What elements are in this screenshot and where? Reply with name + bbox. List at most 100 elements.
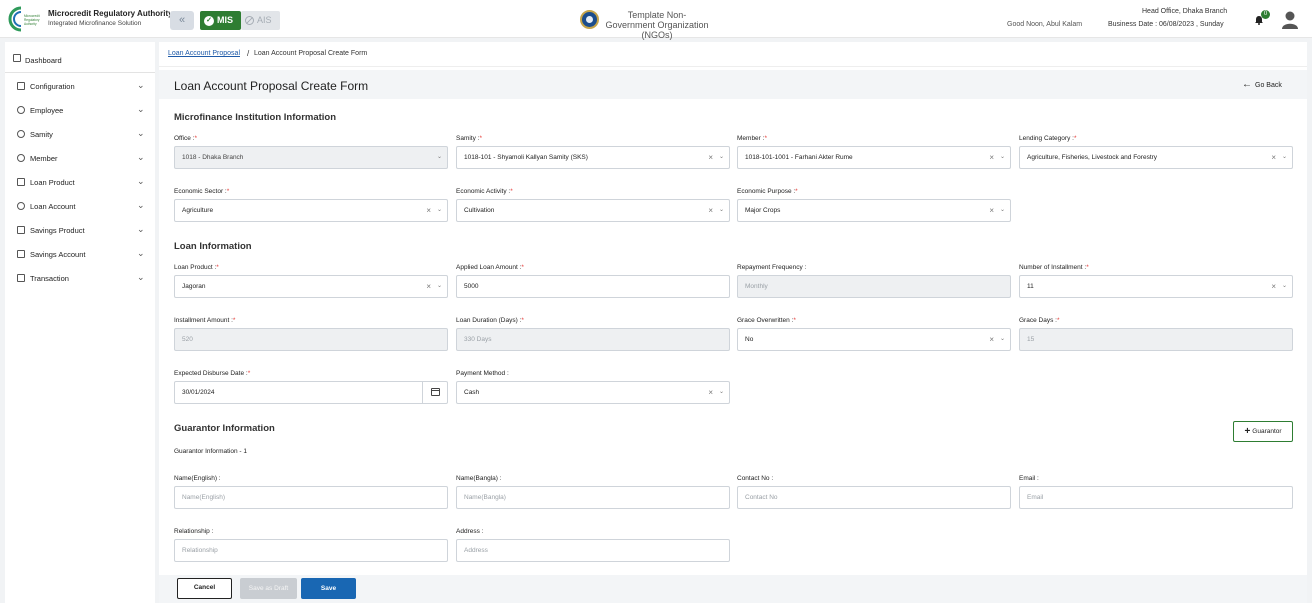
loan-product-value: Jagoran (182, 283, 206, 290)
office-value: 1018 - Dhaka Branch (182, 154, 244, 161)
chevron-down-icon: ⌄ (137, 200, 145, 210)
office-select[interactable]: 1018 - Dhaka Branch ⌄ (174, 146, 448, 169)
page-title: Loan Account Proposal Create Form (174, 79, 369, 93)
chevron-down-icon: ⌄ (718, 154, 724, 160)
chevron-down-icon: ⌄ (137, 128, 145, 138)
member-icon (17, 154, 25, 162)
num-installment-label: Number of Installment :* (1019, 264, 1089, 271)
sidebar-item-loan-product[interactable]: Loan Product ⌄ (5, 170, 155, 194)
guarantor-address-placeholder: Address (464, 547, 488, 554)
clear-icon[interactable]: × (1271, 147, 1276, 168)
breadcrumb-separator: / (247, 49, 250, 58)
disburse-date-label: Expected Disburse Date :* (174, 370, 251, 377)
payment-method-select[interactable]: Cash × ⌄ (456, 381, 730, 404)
go-back-label: Go Back (1255, 82, 1282, 89)
applied-amount-label: Applied Loan Amount :* (456, 264, 524, 271)
guarantor-relationship-placeholder: Relationship (182, 547, 218, 554)
go-back-button[interactable]: ← Go Back (1242, 79, 1282, 90)
sidebar-item-loan-account[interactable]: Loan Account ⌄ (5, 194, 155, 218)
office-name: Head Office, Dhaka Branch (1142, 8, 1228, 15)
plus-icon: + (1244, 426, 1251, 437)
chevron-down-icon: ⌄ (137, 176, 145, 186)
chevron-down-icon: ⌄ (436, 207, 442, 213)
clear-icon[interactable]: × (426, 200, 431, 221)
mis-label: MIS (217, 15, 234, 25)
loan-duration-input: 330 Days (456, 328, 730, 351)
sliders-icon (17, 82, 25, 90)
add-guarantor-button[interactable]: + Guarantor (1233, 421, 1293, 442)
sidebar-item-employee[interactable]: Employee ⌄ (5, 98, 155, 122)
payment-method-label: Payment Method : (456, 370, 509, 377)
grace-days-label: Grace Days :* (1019, 317, 1060, 324)
economic-sector-select[interactable]: Agriculture × ⌄ (174, 199, 448, 222)
sidebar-item-label: Loan Product (30, 178, 75, 187)
chevron-down-icon: ⌄ (999, 336, 1005, 342)
loan-duration-label: Loan Duration (Days) :* (456, 317, 524, 324)
sidebar-item-savings-product[interactable]: Savings Product ⌄ (5, 218, 155, 242)
user-icon[interactable] (1282, 11, 1298, 29)
mis-module-button[interactable]: ✓ MIS (200, 11, 241, 30)
economic-purpose-label: Economic Purpose :* (737, 188, 798, 195)
user-greeting: Good Noon, Abul Kalam (1007, 21, 1083, 28)
notification-badge: 0 (1261, 10, 1270, 19)
sidebar-item-member[interactable]: Member ⌄ (5, 146, 155, 170)
document-icon (17, 274, 25, 282)
sidebar-item-label: Savings Product (30, 226, 85, 235)
sidebar-item-label: Member (30, 154, 58, 163)
save-draft-button[interactable]: Save as Draft (240, 578, 297, 599)
calendar-button[interactable] (422, 381, 447, 404)
economic-activity-select[interactable]: Cultivation × ⌄ (456, 199, 730, 222)
clear-icon[interactable]: × (989, 147, 994, 168)
disburse-date-input[interactable]: 30/01/2024 (174, 381, 448, 404)
mra-logo: Microcredit Regulatory Authority (8, 6, 40, 32)
installment-amount-input: 520 (174, 328, 448, 351)
loan-product-select[interactable]: Jagoran × ⌄ (174, 275, 448, 298)
sidebar-item-transaction[interactable]: Transaction ⌄ (5, 266, 155, 290)
clear-icon[interactable]: × (708, 382, 713, 403)
sidebar-item-label: Employee (30, 106, 64, 115)
grace-overwritten-select[interactable]: No × ⌄ (737, 328, 1011, 351)
breadcrumb-link[interactable]: Loan Account Proposal (168, 50, 240, 57)
grace-overwritten-label: Grace Overwritten :* (737, 317, 796, 324)
member-select[interactable]: 1018-101-1001 - Farhani Akter Rume × ⌄ (737, 146, 1011, 169)
group-icon (17, 130, 25, 138)
num-installment-select[interactable]: 11 × ⌄ (1019, 275, 1293, 298)
guarantor-contact-input[interactable]: Contact No (737, 486, 1011, 509)
clear-icon[interactable]: × (1271, 276, 1276, 297)
breadcrumb-current: Loan Account Proposal Create Form (254, 50, 368, 57)
grace-days-value: 15 (1027, 336, 1035, 343)
guarantor-name-bn-input[interactable]: Name(Bangla) (456, 486, 730, 509)
sidebar-item-configuration[interactable]: Configuration ⌄ (5, 74, 155, 98)
guarantor-name-en-input[interactable]: Name(English) (174, 486, 448, 509)
ais-module-button[interactable]: AIS (241, 11, 280, 30)
num-installment-value: 11 (1027, 283, 1034, 290)
samity-select[interactable]: 1018-101 - Shyamoli Kallyan Samity (SKS)… (456, 146, 730, 169)
member-value: 1018-101-1001 - Farhani Akter Rume (745, 154, 853, 161)
sidebar-item-dashboard[interactable]: Dashboard (5, 42, 155, 73)
clear-icon[interactable]: × (989, 329, 994, 350)
guarantor-address-input[interactable]: Address (456, 539, 730, 562)
arrow-left-icon: ← (1242, 79, 1252, 90)
chevron-down-icon: ⌄ (999, 154, 1005, 160)
economic-purpose-select[interactable]: Major Crops × ⌄ (737, 199, 1011, 222)
chevron-down-icon: ⌄ (137, 152, 145, 162)
applied-amount-input[interactable]: 5000 (456, 275, 730, 298)
clear-icon[interactable]: × (989, 200, 994, 221)
cancel-button[interactable]: Cancel (177, 578, 232, 599)
sidebar-item-samity[interactable]: Samity ⌄ (5, 122, 155, 146)
clear-icon[interactable]: × (708, 147, 713, 168)
save-button[interactable]: Save (301, 578, 356, 599)
clear-icon[interactable]: × (426, 276, 431, 297)
calendar-icon (431, 388, 440, 396)
sidebar-item-savings-account[interactable]: Savings Account ⌄ (5, 242, 155, 266)
sidebar-item-label: Loan Account (30, 202, 76, 211)
lending-category-label: Lending Category :* (1019, 135, 1077, 142)
guarantor-relationship-input[interactable]: Relationship (174, 539, 448, 562)
chevron-down-icon: ⌄ (1281, 154, 1287, 160)
guarantor-email-input[interactable]: Email (1019, 486, 1293, 509)
lending-category-select[interactable]: Agriculture, Fisheries, Livestock and Fo… (1019, 146, 1293, 169)
repayment-frequency-value: Monthly (745, 283, 768, 290)
check-circle-icon: ✓ (204, 15, 214, 26)
sidebar-collapse-button[interactable]: « (170, 11, 194, 30)
clear-icon[interactable]: × (708, 200, 713, 221)
